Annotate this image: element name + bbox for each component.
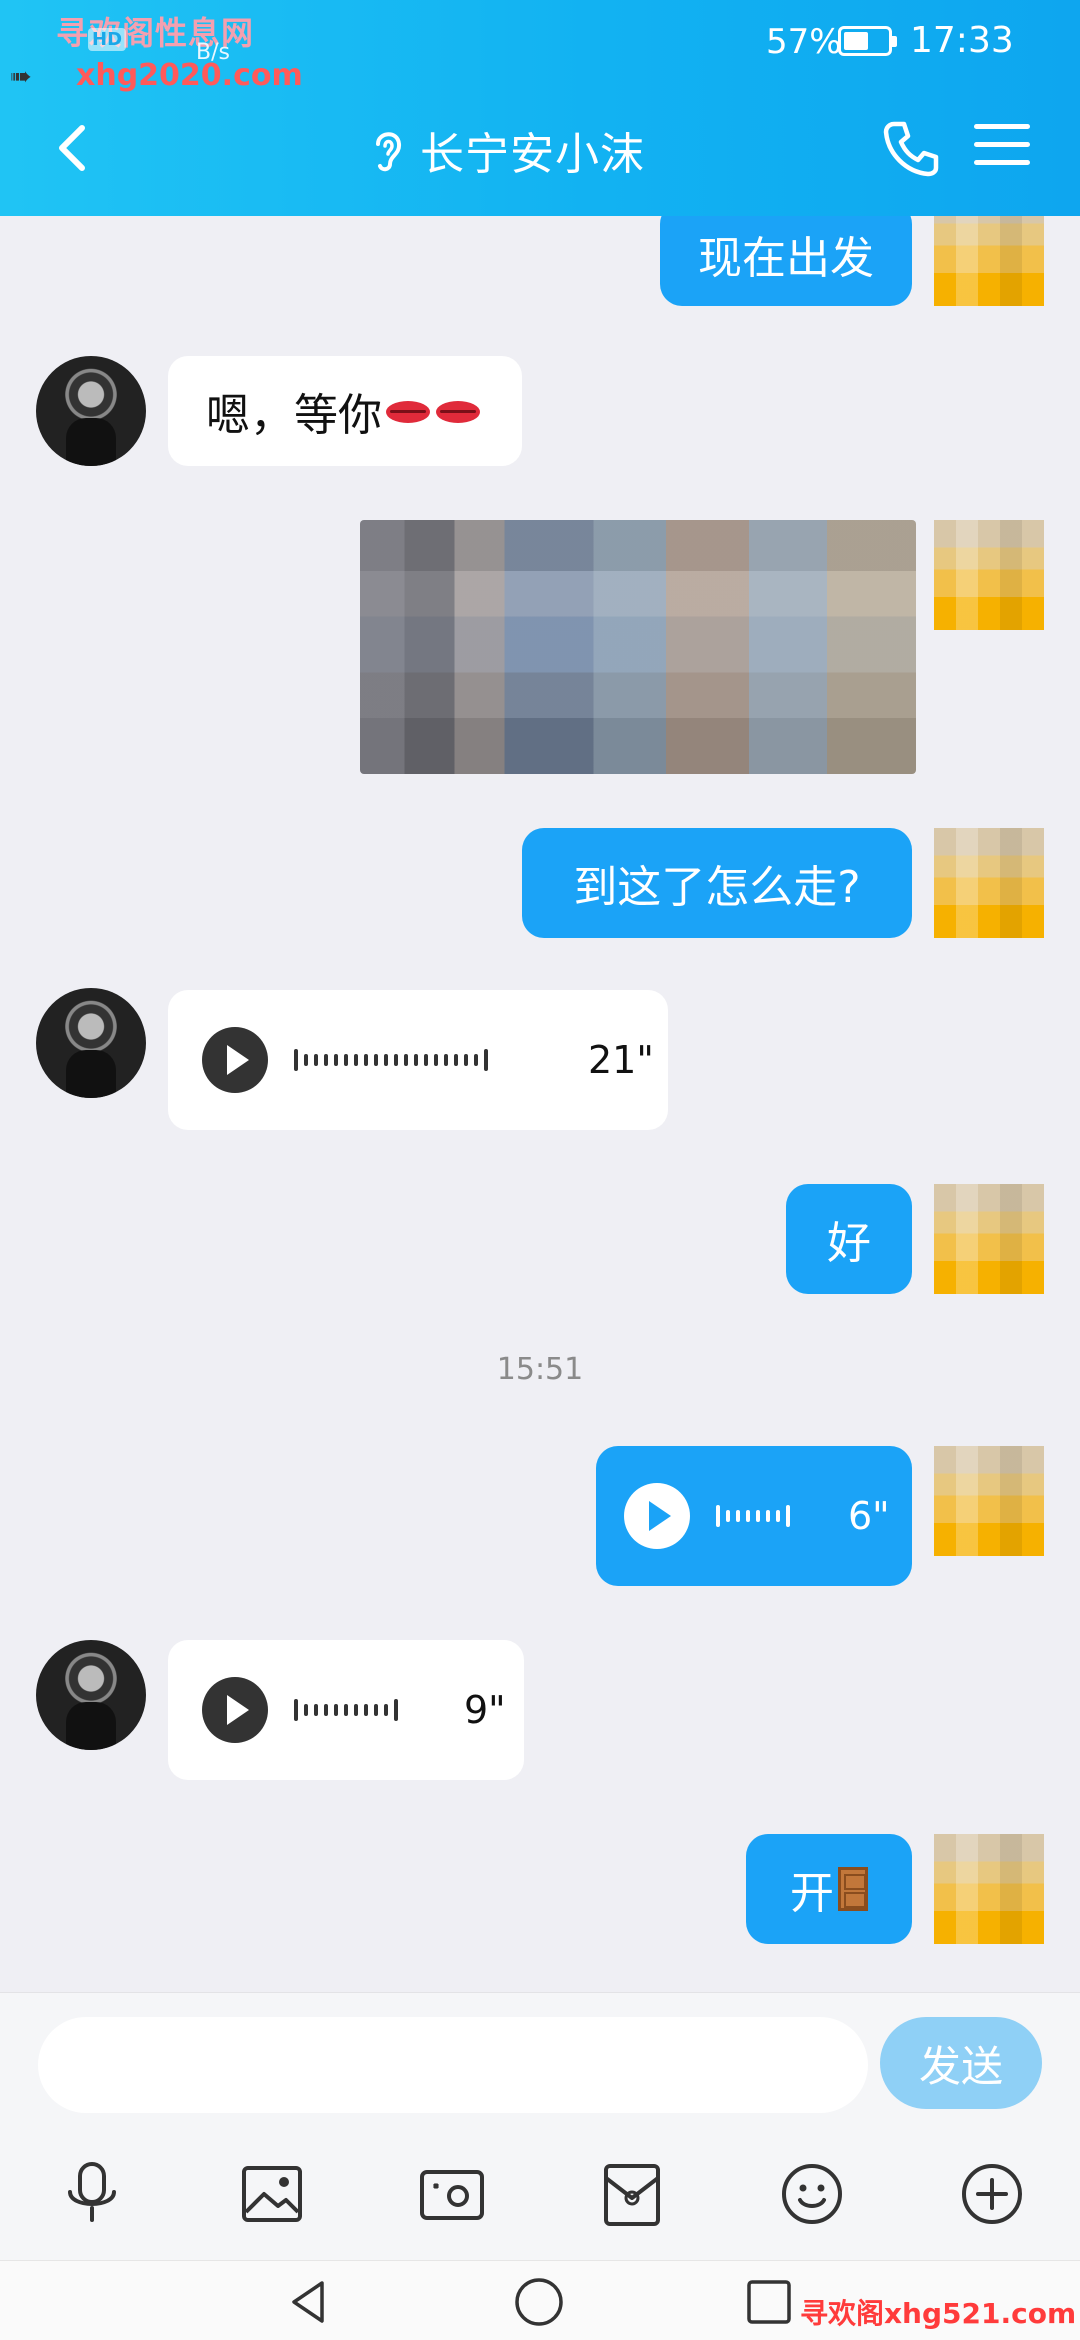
watermark-url: xhg2020.com (76, 58, 303, 93)
microphone-icon (68, 2162, 116, 2222)
my-avatar[interactable] (934, 1834, 1044, 1944)
message-bubble-outgoing[interactable]: 现在出发 (660, 216, 912, 306)
voice-message-incoming[interactable]: 21" (168, 990, 668, 1130)
message-input[interactable] (38, 2017, 868, 2113)
play-icon[interactable] (624, 1483, 690, 1549)
message-text: 好 (827, 1218, 871, 1269)
chat-header: 寻欢阁性息网 HD B/s ➠ xhg2020.com 57% 17:33 长宁… (0, 0, 1080, 216)
battery-fill (844, 32, 868, 50)
phone-icon (883, 121, 939, 177)
message-text: 开 (790, 1868, 834, 1919)
door-emoji-icon (838, 1867, 868, 1911)
image-icon (242, 2166, 302, 2222)
watermark-bottom: 寻欢阁xhg521.com (800, 2297, 1077, 2330)
red-packet-button[interactable] (592, 2154, 672, 2234)
input-bar: 发送 (0, 1992, 1080, 2132)
my-avatar[interactable] (934, 1184, 1044, 1294)
camera-button[interactable] (412, 2154, 492, 2234)
voice-waveform (716, 1505, 790, 1527)
hd-badge: HD (88, 28, 127, 51)
play-icon[interactable] (202, 1677, 268, 1743)
system-home-button[interactable] (512, 2275, 566, 2329)
voice-message-incoming[interactable]: 9" (168, 1640, 524, 1780)
message-text: 到这了怎么走? (573, 862, 861, 913)
contact-avatar[interactable] (36, 1640, 146, 1750)
my-avatar[interactable] (934, 1446, 1044, 1556)
voice-message-outgoing[interactable]: 6" (596, 1446, 912, 1586)
voice-duration: 6" (848, 1494, 890, 1538)
chat-title-group[interactable]: 长宁安小沫 (370, 118, 645, 182)
battery-icon (838, 26, 897, 56)
more-button[interactable] (952, 2154, 1032, 2234)
voice-waveform (294, 1699, 398, 1721)
watermark-arrow-icon: ➠ (10, 62, 32, 92)
message-text: 现在出发 (698, 233, 874, 284)
chat-toolbar (0, 2132, 1080, 2260)
back-button[interactable] (46, 118, 106, 178)
voice-duration: 21" (588, 1038, 654, 1082)
red-packet-icon (604, 2164, 660, 2226)
message-bubble-outgoing[interactable]: 到这了怎么走? (522, 828, 912, 938)
my-avatar[interactable] (934, 520, 1044, 630)
my-avatar[interactable] (934, 216, 1044, 306)
ear-icon (376, 132, 402, 172)
emoji-button[interactable] (772, 2154, 852, 2234)
message-bubble-incoming[interactable]: 嗯，等你 (168, 356, 522, 466)
message-timestamp: 15:51 (496, 1352, 584, 1387)
voice-call-button[interactable] (880, 116, 944, 180)
chat-menu-button[interactable] (974, 124, 1030, 172)
status-time: 17:33 (910, 20, 1014, 61)
battery-percent: 57% (766, 22, 842, 62)
back-triangle-icon (292, 2281, 324, 2323)
voice-waveform (294, 1049, 488, 1071)
back-icon (59, 125, 85, 171)
emoji-icon (782, 2164, 842, 2224)
home-circle-icon (515, 2278, 563, 2326)
gallery-button[interactable] (232, 2154, 312, 2234)
system-recents-button[interactable] (742, 2275, 796, 2329)
menu-icon (974, 124, 1030, 129)
chat-title: 长宁安小沫 (420, 129, 645, 180)
lips-emoji-icon (386, 398, 432, 424)
send-button[interactable]: 发送 (880, 2017, 1042, 2109)
play-icon[interactable] (202, 1027, 268, 1093)
camera-icon (420, 2170, 484, 2220)
voice-input-button[interactable] (52, 2154, 132, 2234)
message-list[interactable]: 现在出发 嗯，等你 到这了怎么走? 21" 好 15:51 6" 9" 开 (0, 216, 1080, 1992)
voice-duration: 9" (464, 1688, 506, 1732)
contact-avatar[interactable] (36, 356, 146, 466)
message-bubble-outgoing[interactable]: 好 (786, 1184, 912, 1294)
plus-icon (962, 2164, 1022, 2224)
lips-emoji-icon (436, 398, 482, 424)
image-message[interactable] (360, 520, 916, 774)
nav-bar: 长宁安小沫 (0, 96, 1080, 206)
system-back-button[interactable] (282, 2275, 336, 2329)
message-text: 嗯，等你 (206, 390, 382, 441)
recents-square-icon (747, 2280, 791, 2324)
status-bar: 寻欢阁性息网 HD B/s ➠ xhg2020.com 57% 17:33 (0, 0, 1080, 93)
contact-avatar[interactable] (36, 988, 146, 1098)
my-avatar[interactable] (934, 828, 1044, 938)
message-bubble-outgoing[interactable]: 开 (746, 1834, 912, 1944)
